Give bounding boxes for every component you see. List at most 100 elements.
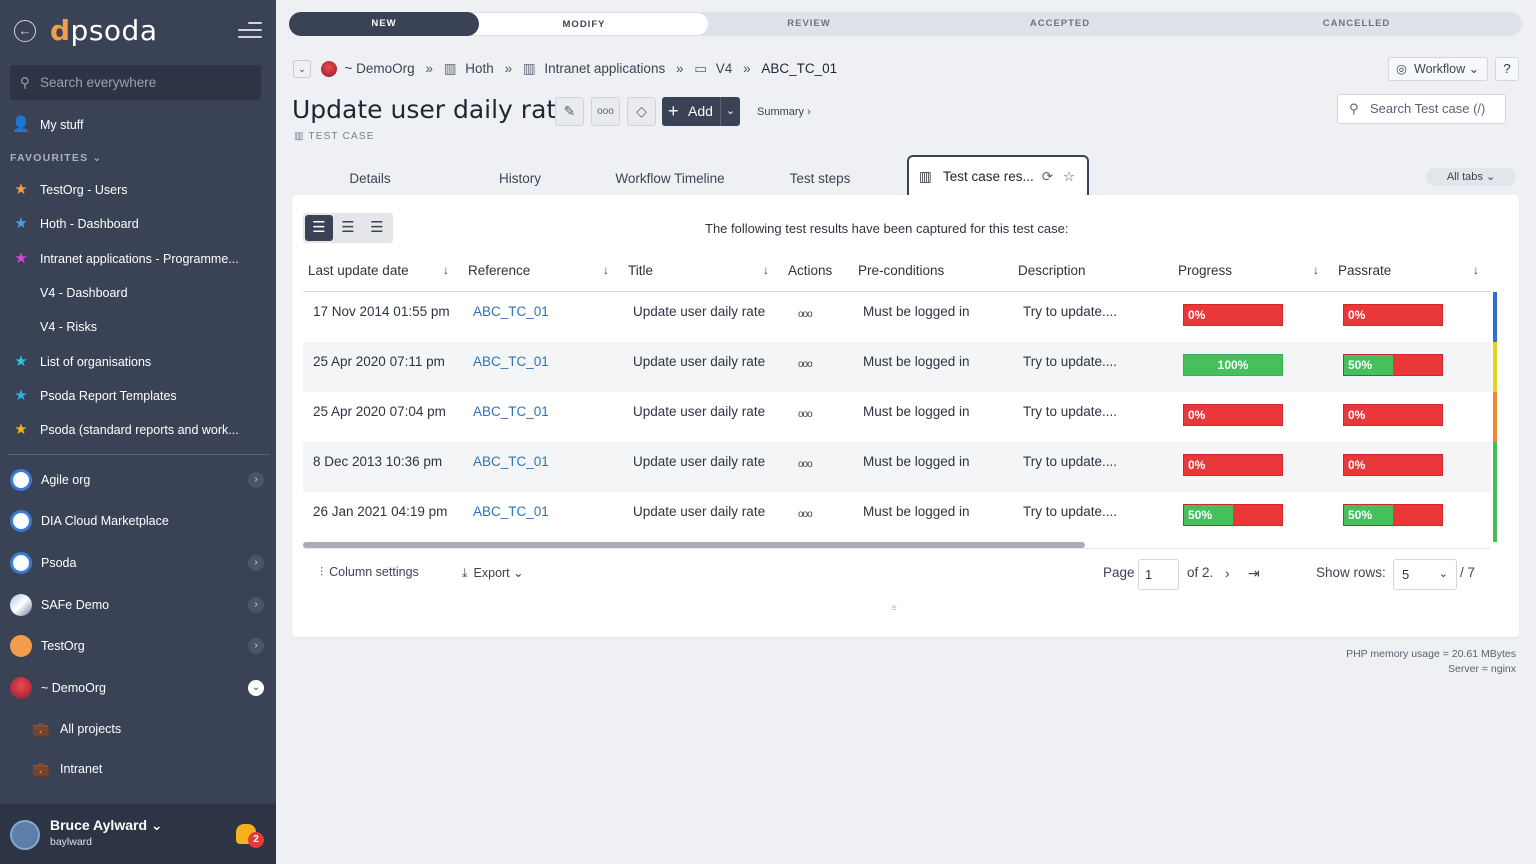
tab-workflow-timeline[interactable]: Workflow Timeline <box>605 167 735 191</box>
cell-reference-link[interactable]: ABC_TC_01 <box>473 342 549 382</box>
tab-details[interactable]: Details <box>330 167 410 191</box>
cell-reference-link[interactable]: ABC_TC_01 <box>473 292 549 332</box>
org-demoorg[interactable]: ~ DemoOrg ⌄ <box>0 668 276 708</box>
horizontal-scrollbar[interactable] <box>303 542 1085 548</box>
export-button[interactable]: ⤓ Export ⌄ <box>462 565 524 581</box>
tab-test-case-results[interactable]: ▥ Test case res... ⟳ ☆ <box>907 155 1089 197</box>
column-header-title[interactable]: Title <box>628 263 653 278</box>
user-name[interactable]: Bruce Aylward ⌄ <box>50 817 163 834</box>
edit-icon[interactable]: ✎ <box>555 97 584 126</box>
row-actions-icon[interactable]: ooo <box>798 342 813 388</box>
workflow-step-review[interactable]: REVIEW <box>689 12 929 36</box>
next-page-icon[interactable]: › <box>1225 565 1230 581</box>
table-row[interactable]: 26 Jan 2021 04:19 pm ABC_TC_01 Update user… <box>303 492 1491 542</box>
chevron-right-icon[interactable]: › <box>248 472 264 488</box>
psoda-logo[interactable]: dpsoda <box>50 14 157 47</box>
page-count: of 2. <box>1187 565 1214 580</box>
breadcrumb-v4[interactable]: V4 <box>716 58 733 80</box>
search-test-case-input[interactable]: ⚲ Search Test case (/) <box>1337 94 1506 124</box>
my-stuff-link[interactable]: 👤 My stuff <box>0 109 276 141</box>
chevron-right-icon[interactable]: › <box>248 638 264 654</box>
column-settings-button[interactable]: ⫶ Column settings <box>320 565 419 580</box>
last-page-icon[interactable]: ⇥ <box>1248 565 1260 582</box>
chevron-right-icon[interactable]: › <box>248 597 264 613</box>
favourite-item[interactable]: ★ Hoth - Dashboard <box>0 208 276 240</box>
breadcrumb-demoorg[interactable]: ~ DemoOrg <box>345 58 415 80</box>
workflow-step-accepted[interactable]: ACCEPTED <box>909 12 1209 36</box>
row-actions-icon[interactable]: ooo <box>798 442 813 488</box>
column-header-preconditions[interactable]: Pre-conditions <box>858 263 944 278</box>
chevron-down-icon[interactable]: ⌄ <box>720 97 740 126</box>
column-header-passrate[interactable]: Passrate <box>1338 263 1391 278</box>
org-testorg[interactable]: TestOrg › <box>0 626 276 666</box>
favourites-header[interactable]: FAVOURITES ⌄ <box>10 152 102 164</box>
row-actions-icon[interactable]: ooo <box>798 492 813 538</box>
sort-arrow-icon[interactable]: ↓ <box>1313 263 1319 277</box>
breadcrumb-hoth[interactable]: Hoth <box>465 58 494 80</box>
workflow-step-cancelled[interactable]: CANCELLED <box>1189 12 1522 36</box>
workflow-step-new[interactable]: NEW <box>289 12 479 36</box>
back-arrow-icon[interactable]: ← <box>14 20 36 42</box>
favourite-item[interactable]: ★ Psoda (standard reports and work... <box>0 414 276 446</box>
tab-test-steps[interactable]: Test steps <box>780 167 860 191</box>
favourite-item[interactable]: ★ V4 - Risks <box>0 311 276 343</box>
tab-history[interactable]: History <box>480 167 560 191</box>
help-button[interactable]: ? <box>1495 57 1519 81</box>
add-button[interactable]: + Add ⌄ <box>662 97 740 126</box>
table-row[interactable]: 25 Apr 2020 07:11 pm ABC_TC_01 Update user… <box>303 342 1491 392</box>
cell-date: 25 Apr 2020 07:04 pm <box>313 404 446 419</box>
column-header-reference[interactable]: Reference <box>468 263 530 278</box>
column-header-last-update[interactable]: Last update date <box>308 263 409 278</box>
sort-arrow-icon[interactable]: ↓ <box>443 263 449 277</box>
list-view-large-icon[interactable]: ☰ <box>305 215 333 241</box>
org-agile[interactable]: Agile org › <box>0 460 276 500</box>
resize-handle-icon[interactable]: ≡ <box>891 603 897 614</box>
favourite-item[interactable]: ★ Psoda Report Templates <box>0 380 276 412</box>
favourite-item[interactable]: ★ V4 - Dashboard <box>0 277 276 309</box>
column-header-progress[interactable]: Progress <box>1178 263 1232 278</box>
chevron-right-icon[interactable]: › <box>248 555 264 571</box>
map-icon: ▥ <box>522 61 536 76</box>
row-actions-icon[interactable]: ooo <box>798 292 813 338</box>
star-icon[interactable]: ☆ <box>1063 157 1075 197</box>
cell-reference-link[interactable]: ABC_TC_01 <box>473 442 549 482</box>
all-tabs-dropdown[interactable]: All tabs ⌄ <box>1426 168 1516 186</box>
chevron-down-icon[interactable]: ⌄ <box>293 60 311 79</box>
favourite-item[interactable]: ★ TestOrg - Users <box>0 174 276 206</box>
favourite-item[interactable]: ★ List of organisations <box>0 346 276 378</box>
chevron-down-icon[interactable]: ⌄ <box>248 680 264 696</box>
org-safe[interactable]: SAFe Demo › <box>0 585 276 625</box>
column-header-description[interactable]: Description <box>1018 263 1086 278</box>
row-actions-icon[interactable]: ooo <box>798 392 813 438</box>
table-row[interactable]: 8 Dec 2013 10:36 pm ABC_TC_01 Update user … <box>303 442 1491 492</box>
org-psoda[interactable]: Psoda › <box>0 543 276 583</box>
table-row[interactable]: 25 Apr 2020 07:04 pm ABC_TC_01 Update user… <box>303 392 1491 442</box>
workflow-step-modify[interactable]: MODIFY <box>459 12 709 36</box>
favourite-item[interactable]: ★ Intranet applications - Programme... <box>0 243 276 275</box>
collapse-menu-icon[interactable] <box>238 22 262 40</box>
org-dia[interactable]: DIA Cloud Marketplace <box>0 501 276 541</box>
test-case-icon: ▥ <box>294 131 305 142</box>
sort-arrow-icon[interactable]: ↓ <box>1473 263 1479 277</box>
workflow-button[interactable]: ◎ Workflow ⌄ <box>1388 57 1488 81</box>
list-view-compact-icon[interactable]: ☰ <box>363 215 391 241</box>
summary-link[interactable]: Summary › <box>757 106 811 118</box>
rows-total: / 7 <box>1460 565 1476 580</box>
cell-reference-link[interactable]: ABC_TC_01 <box>473 392 549 432</box>
refresh-icon[interactable]: ⟳ <box>1042 157 1053 197</box>
page-number-input[interactable]: 1 <box>1138 559 1179 590</box>
tag-icon[interactable]: ◇ <box>627 97 656 126</box>
intranet-link[interactable]: 💼 Intranet <box>0 751 276 787</box>
table-row[interactable]: 17 Nov 2014 01:55 pm ABC_TC_01 Update user… <box>303 292 1491 342</box>
sidebar-search-input[interactable]: ⚲ Search everywhere <box>10 65 261 100</box>
cell-reference-link[interactable]: ABC_TC_01 <box>473 492 549 532</box>
avatar[interactable] <box>10 820 40 850</box>
sort-arrow-icon[interactable]: ↓ <box>603 263 609 277</box>
rows-per-page-select[interactable]: 5 ⌄ <box>1393 559 1457 590</box>
all-projects-link[interactable]: 💼 All projects <box>0 711 276 747</box>
breadcrumb-intranet-applications[interactable]: Intranet applications <box>544 58 665 80</box>
sort-arrow-icon[interactable]: ↓ <box>763 263 769 277</box>
list-view-medium-icon[interactable]: ☰ <box>334 215 362 241</box>
user-panel[interactable]: Bruce Aylward ⌄ baylward <box>0 804 276 864</box>
more-options-icon[interactable]: ooo <box>591 97 620 126</box>
